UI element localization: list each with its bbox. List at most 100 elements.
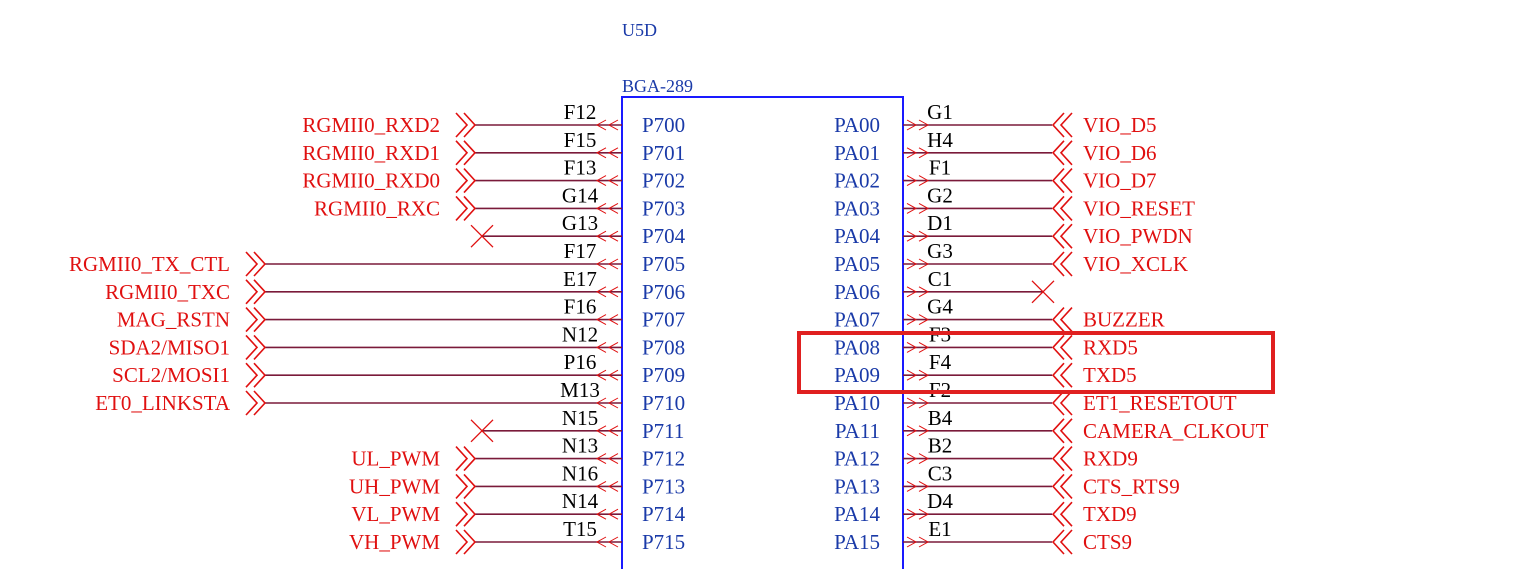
schematic-canvas: U5D BGA-289 F12 P700 RGMII0_RXD2 F15 P701 RGM… xyxy=(69,20,1275,569)
net-port-chevron xyxy=(1051,112,1073,138)
pin-number: B4 xyxy=(928,406,953,430)
pin-name: P703 xyxy=(642,196,685,220)
net-port-chevron xyxy=(1051,168,1073,194)
net-label: SDA2/MISO1 xyxy=(109,335,230,359)
pin-name: PA10 xyxy=(834,391,880,415)
net-port-chevron xyxy=(1051,307,1073,333)
net-port-chevron xyxy=(1051,418,1073,444)
component-package: BGA-289 xyxy=(622,76,693,96)
net-port-chevron xyxy=(455,140,477,166)
pin-number: E1 xyxy=(928,517,951,541)
net-label: RGMII0_RXC xyxy=(314,196,440,220)
pin-number: P16 xyxy=(564,350,597,374)
pin-name: P709 xyxy=(642,363,685,387)
net-label: MAG_RSTN xyxy=(117,308,230,332)
pin-name: P714 xyxy=(642,502,686,526)
pin-name: PA15 xyxy=(834,530,880,554)
pin-name: PA04 xyxy=(834,224,880,248)
left-pin-row: F12 P700 RGMII0_RXD2 xyxy=(302,100,685,138)
right-pin-row: F2PA10 ET1_RESETOUT xyxy=(834,378,1237,416)
pin-name: P700 xyxy=(642,113,685,137)
net-label: UL_PWM xyxy=(351,447,440,471)
pin-name: PA08 xyxy=(834,335,880,359)
pin-number: D4 xyxy=(927,489,953,513)
pin-number: F16 xyxy=(564,295,597,319)
pin-number: F15 xyxy=(564,128,597,152)
net-label: VIO_D7 xyxy=(1083,169,1157,193)
net-label: RGMII0_RXD2 xyxy=(302,113,440,137)
net-label: RXD9 xyxy=(1083,447,1138,471)
net-port-chevron xyxy=(455,112,477,138)
net-label: VIO_PWDN xyxy=(1083,224,1193,248)
pin-number: N16 xyxy=(562,461,598,485)
pin-number: H4 xyxy=(927,128,953,152)
right-pin-row: G1 PA00 VIO_D5 xyxy=(834,100,1157,138)
net-label: BUZZER xyxy=(1083,308,1165,332)
net-label: CTS_RTS9 xyxy=(1083,474,1180,498)
net-port-chevron xyxy=(455,473,477,499)
pin-name: P701 xyxy=(642,141,685,165)
pin-name: PA11 xyxy=(835,419,880,443)
net-label: CTS9 xyxy=(1083,530,1132,554)
net-label: RXD5 xyxy=(1083,335,1138,359)
pin-name: PA13 xyxy=(834,474,880,498)
pin-name: P715 xyxy=(642,530,685,554)
pin-name: P702 xyxy=(642,169,685,193)
left-pin-row: N13 P712 UL_PWM xyxy=(351,434,685,472)
pin-number: T15 xyxy=(563,517,597,541)
pin-number: G13 xyxy=(562,211,598,235)
net-label: RGMII0_RXD0 xyxy=(302,169,440,193)
pin-name: P712 xyxy=(642,447,685,471)
net-port-chevron xyxy=(1051,223,1073,249)
net-port-chevron xyxy=(1051,446,1073,472)
net-port-chevron xyxy=(245,251,267,277)
net-label: UH_PWM xyxy=(349,474,440,498)
net-port-chevron xyxy=(1051,473,1073,499)
pin-number: E17 xyxy=(563,267,597,291)
net-port-chevron xyxy=(455,195,477,221)
pin-number: G14 xyxy=(562,183,599,207)
pin-number: F4 xyxy=(929,350,952,374)
pin-name: PA07 xyxy=(834,308,880,332)
net-label: RGMII0_TXC xyxy=(105,280,230,304)
net-label: SCL2/MOSI1 xyxy=(112,363,230,387)
net-label: VIO_XCLK xyxy=(1083,252,1188,276)
left-pin-group: F12 P700 RGMII0_RXD2 F15 P701 RGMII0_RXD1 F13 P… xyxy=(69,100,686,555)
net-port-chevron xyxy=(1051,195,1073,221)
net-label: ET1_RESETOUT xyxy=(1083,391,1237,415)
net-label: TXD5 xyxy=(1083,363,1137,387)
pin-name: P704 xyxy=(642,224,686,248)
pin-number: C3 xyxy=(928,461,953,485)
net-label: VIO_RESET xyxy=(1083,196,1195,220)
pin-name: P708 xyxy=(642,335,685,359)
net-label: RGMII0_RXD1 xyxy=(302,141,440,165)
pin-number: G1 xyxy=(927,100,953,124)
pin-number: F13 xyxy=(564,156,597,180)
net-port-chevron xyxy=(1051,390,1073,416)
pin-number: F1 xyxy=(929,156,951,180)
net-port-chevron xyxy=(455,168,477,194)
pin-number: C1 xyxy=(928,267,953,291)
pin-name: PA05 xyxy=(834,252,880,276)
pin-name: PA00 xyxy=(834,113,880,137)
net-label: TXD9 xyxy=(1083,502,1137,526)
pin-name: PA03 xyxy=(834,196,880,220)
pin-name: PA12 xyxy=(834,447,880,471)
net-port-chevron xyxy=(245,390,267,416)
right-pin-row: G4 PA07 BUZZER xyxy=(834,295,1165,333)
pin-number: G2 xyxy=(927,183,953,207)
net-port-chevron xyxy=(1051,334,1073,360)
pin-name: P710 xyxy=(642,391,685,415)
net-port-chevron xyxy=(245,307,267,333)
pin-number: N14 xyxy=(562,489,599,513)
pin-name: PA02 xyxy=(834,169,880,193)
pin-name: P705 xyxy=(642,252,685,276)
net-port-chevron xyxy=(245,334,267,360)
pin-name: P706 xyxy=(642,280,685,304)
pin-name: P713 xyxy=(642,474,685,498)
net-port-chevron xyxy=(1051,362,1073,388)
pin-number: N13 xyxy=(562,434,598,458)
net-port-chevron xyxy=(1051,529,1073,555)
pin-name: PA01 xyxy=(834,141,880,165)
net-port-chevron xyxy=(1051,501,1073,527)
